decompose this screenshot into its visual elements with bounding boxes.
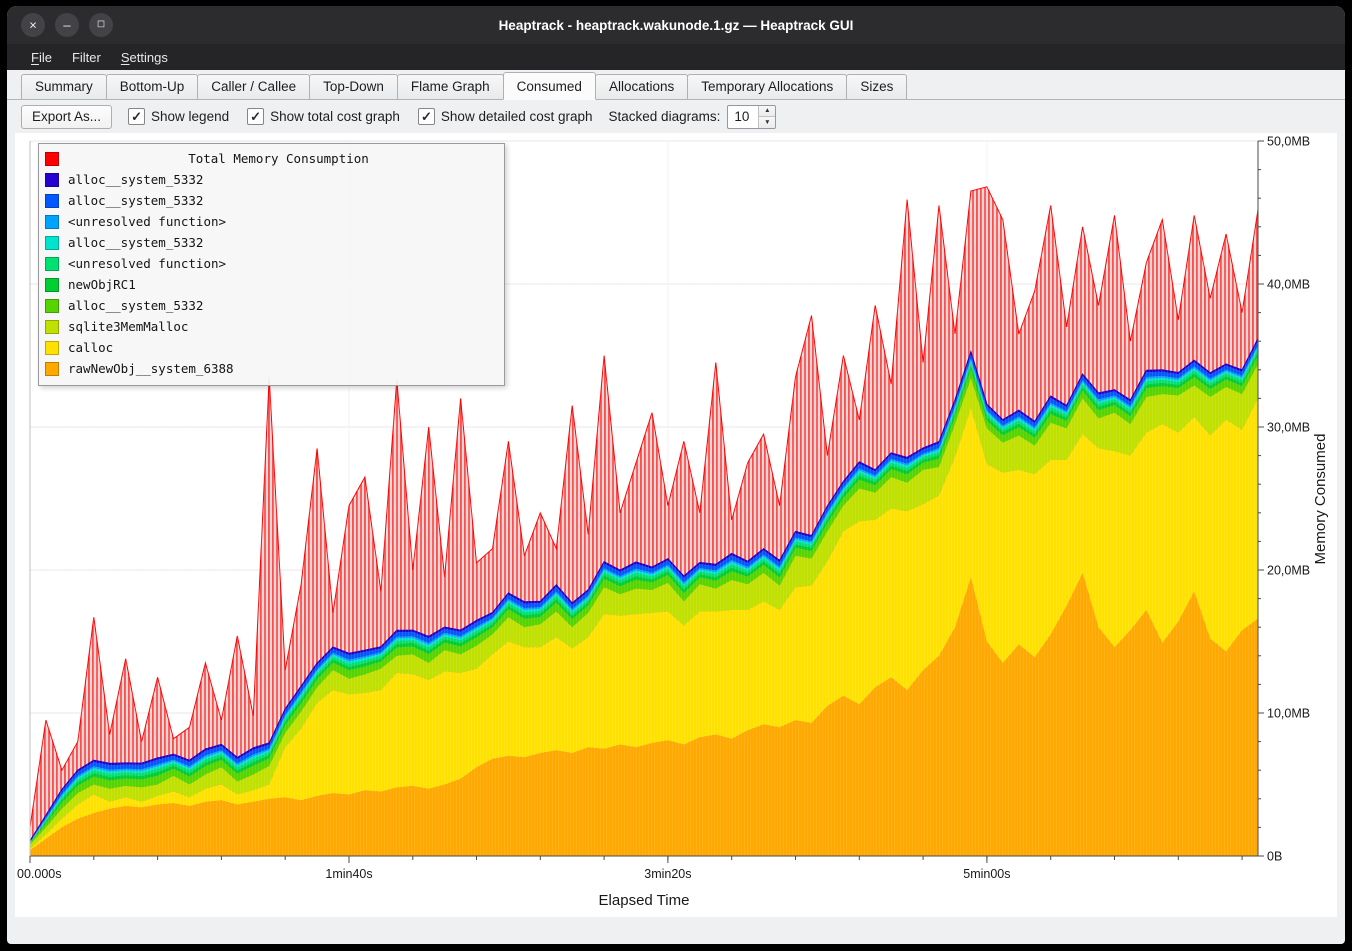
legend-item: <unresolved function>	[45, 211, 498, 232]
legend-item: sqlite3MemMalloc	[45, 316, 498, 337]
legend-item-label: newObjRC1	[68, 277, 136, 292]
minimize-icon: –	[63, 18, 70, 31]
legend-item-label: rawNewObj__system_6388	[68, 361, 234, 376]
legend-item-label: alloc__system_5332	[68, 172, 203, 187]
legend-swatch	[45, 173, 59, 187]
legend-swatch-total	[45, 152, 59, 166]
legend-swatch	[45, 194, 59, 208]
maximize-button[interactable]: ◻	[89, 13, 113, 37]
y-tick-label: 10,0MB	[1267, 707, 1310, 721]
chart-area[interactable]: 00.000s 1min40s 3min20s 5min00s 0B 10,0MB 20,0…	[15, 133, 1337, 917]
legend-item-label: <unresolved function>	[68, 214, 226, 229]
legend-item: alloc__system_5332	[45, 232, 498, 253]
tab-summary[interactable]: Summary	[21, 74, 107, 100]
tab-allocations[interactable]: Allocations	[595, 74, 688, 100]
legend-item-label: alloc__system_5332	[68, 235, 203, 250]
legend-swatch	[45, 236, 59, 250]
x-tick-label: 3min20s	[644, 867, 691, 881]
checkbox-show-total-cost-graph[interactable]: ✓ Show total cost graph	[247, 108, 400, 125]
toolbar-checkboxes: ✓ Show legend ✓ Show total cost graph ✓ Show …	[128, 108, 593, 125]
export-as-button[interactable]: Export As...	[21, 105, 112, 129]
checkbox-show-legend[interactable]: ✓ Show legend	[128, 108, 229, 125]
close-icon: ×	[29, 18, 37, 31]
tab-bar: SummaryBottom-UpCaller / CalleeTop-DownF…	[7, 70, 1345, 100]
spinbox-value: 10	[728, 106, 758, 128]
checkbox-box: ✓	[418, 108, 435, 125]
legend-title: Total Memory Consumption	[59, 151, 498, 166]
chart-legend: Total Memory Consumption alloc__system_5…	[38, 143, 505, 386]
legend-item: <unresolved function>	[45, 253, 498, 274]
checkbox-show-detailed-cost-graph[interactable]: ✓ Show detailed cost graph	[418, 108, 593, 125]
tab-consumed[interactable]: Consumed	[503, 72, 596, 100]
legend-item: rawNewObj__system_6388	[45, 358, 498, 379]
checkbox-label: Show legend	[151, 109, 229, 124]
legend-swatch	[45, 362, 59, 376]
tab-flame-graph[interactable]: Flame Graph	[397, 74, 504, 100]
stacked-diagrams-group: Stacked diagrams: 10 ▲ ▼	[609, 105, 777, 129]
legend-item-label: <unresolved function>	[68, 256, 226, 271]
tab-sizes[interactable]: Sizes	[846, 74, 907, 100]
minimize-button[interactable]: –	[55, 13, 79, 37]
tab-bottom-up[interactable]: Bottom-Up	[106, 74, 199, 100]
legend-item: calloc	[45, 337, 498, 358]
spinbox-down-button[interactable]: ▼	[759, 117, 775, 128]
legend-swatch	[45, 215, 59, 229]
y-tick-label: 20,0MB	[1267, 564, 1310, 578]
maximize-icon: ◻	[97, 20, 105, 30]
window-controls: × – ◻	[7, 13, 113, 37]
app-window: × – ◻ Heaptrack - heaptrack.wakunode.1.g…	[7, 6, 1345, 944]
legend-item: alloc__system_5332	[45, 190, 498, 211]
legend-item: newObjRC1	[45, 274, 498, 295]
y-tick-label: 50,0MB	[1267, 135, 1310, 149]
close-button[interactable]: ×	[21, 13, 45, 37]
checkbox-label: Show detailed cost graph	[441, 109, 593, 124]
legend-item-label: alloc__system_5332	[68, 193, 203, 208]
x-tick-label: 00.000s	[17, 867, 61, 881]
checkbox-box: ✓	[247, 108, 264, 125]
menu-settings[interactable]: Settings	[111, 47, 178, 68]
checkbox-box: ✓	[128, 108, 145, 125]
window-title: Heaptrack - heaptrack.wakunode.1.gz — He…	[7, 18, 1345, 33]
tab-temporary-allocations[interactable]: Temporary Allocations	[687, 74, 847, 100]
stacked-diagrams-spinbox[interactable]: 10 ▲ ▼	[727, 105, 776, 129]
checkbox-label: Show total cost graph	[270, 109, 400, 124]
legend-item: alloc__system_5332	[45, 169, 498, 190]
spinbox-up-button[interactable]: ▲	[759, 106, 775, 118]
legend-swatch	[45, 299, 59, 313]
legend-swatch	[45, 257, 59, 271]
legend-item-label: calloc	[68, 340, 113, 355]
y-tick-label: 0B	[1267, 850, 1282, 864]
stacked-diagrams-label: Stacked diagrams:	[609, 109, 721, 124]
legend-swatch	[45, 320, 59, 334]
toolbar: Export As... ✓ Show legend ✓ Show total cos…	[7, 100, 1345, 133]
tab-caller-callee[interactable]: Caller / Callee	[197, 74, 310, 100]
menu-file[interactable]: File	[21, 47, 62, 68]
titlebar[interactable]: × – ◻ Heaptrack - heaptrack.wakunode.1.g…	[7, 6, 1345, 44]
y-tick-label: 30,0MB	[1267, 421, 1310, 435]
legend-swatch	[45, 278, 59, 292]
x-tick-label: 1min40s	[325, 867, 372, 881]
legend-title-row: Total Memory Consumption	[45, 148, 498, 169]
legend-item-label: sqlite3MemMalloc	[68, 319, 188, 334]
x-axis-label: Elapsed Time	[599, 892, 690, 909]
y-axis-label: Memory Consumed	[1312, 434, 1329, 565]
legend-swatch	[45, 341, 59, 355]
legend-item: alloc__system_5332	[45, 295, 498, 316]
tab-top-down[interactable]: Top-Down	[309, 74, 398, 100]
x-tick-label: 5min00s	[963, 867, 1010, 881]
legend-items: alloc__system_5332 alloc__system_5332 <unr…	[45, 169, 498, 379]
y-tick-label: 40,0MB	[1267, 278, 1310, 292]
menubar: FileFilterSettings	[7, 44, 1345, 70]
menu-filter[interactable]: Filter	[62, 47, 111, 68]
legend-item-label: alloc__system_5332	[68, 298, 203, 313]
